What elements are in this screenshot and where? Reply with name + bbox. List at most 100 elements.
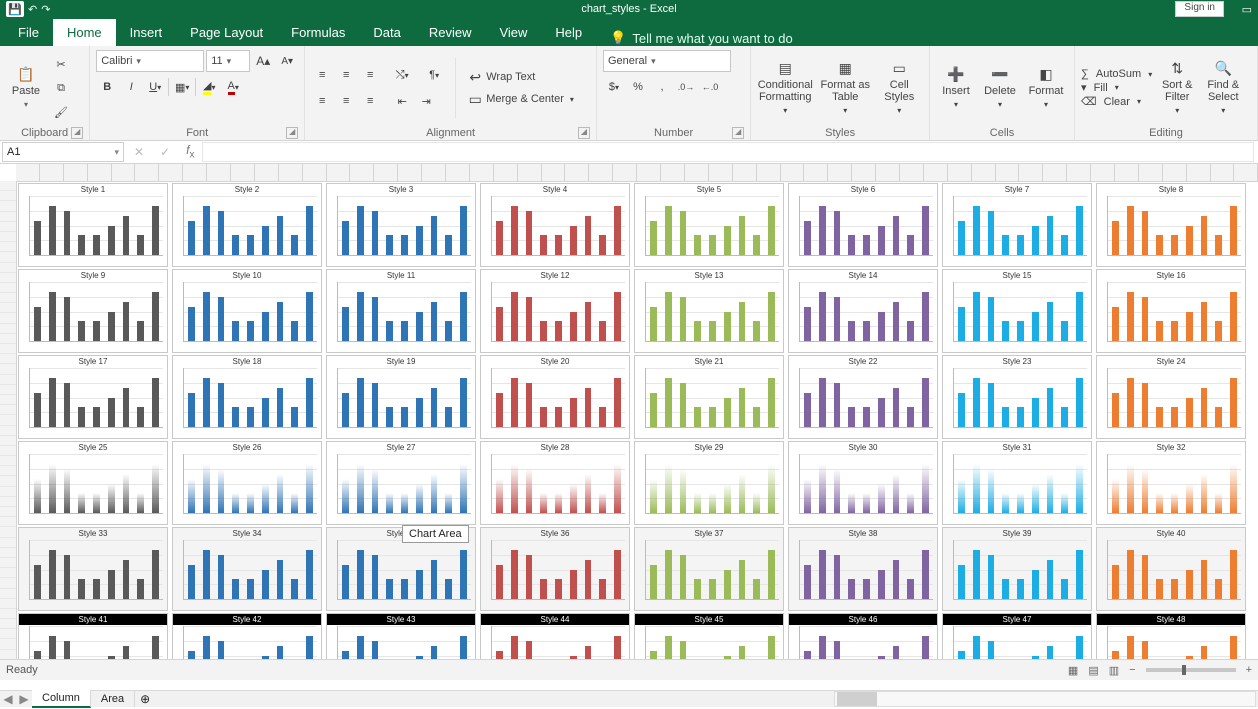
borders-button[interactable]: ▦▾: [171, 76, 193, 98]
chart-style-preview-30[interactable]: Style 30: [788, 441, 938, 525]
clear-button[interactable]: ⌫ Clear ▾: [1081, 95, 1152, 108]
chart-style-preview-23[interactable]: Style 23: [942, 355, 1092, 439]
sheet-tab-area[interactable]: Area: [91, 691, 135, 707]
merge-center-button[interactable]: ▭Merge & Center▾: [466, 90, 574, 108]
chart-style-preview-8[interactable]: Style 8: [1096, 183, 1246, 267]
comma-button[interactable]: ,: [651, 76, 673, 98]
chart-style-preview-34[interactable]: Style 34: [172, 527, 322, 611]
chart-style-preview-15[interactable]: Style 15: [942, 269, 1092, 353]
chart-style-preview-12[interactable]: Style 12: [480, 269, 630, 353]
underline-button[interactable]: U▾: [144, 76, 166, 98]
tab-file[interactable]: File: [4, 19, 53, 46]
tab-review[interactable]: Review: [415, 19, 486, 46]
increase-indent-button[interactable]: ⇥: [415, 90, 437, 112]
align-top-button[interactable]: ≡: [311, 64, 333, 86]
zoom-out-icon[interactable]: −: [1129, 664, 1135, 676]
chart-style-preview-33[interactable]: Style 33: [18, 527, 168, 611]
chart-style-preview-1[interactable]: Style 1: [18, 183, 168, 267]
horizontal-scrollbar[interactable]: [834, 691, 1256, 707]
decrease-indent-button[interactable]: ⇤: [391, 90, 413, 112]
chart-style-preview-21[interactable]: Style 21: [634, 355, 784, 439]
chart-style-preview-26[interactable]: Style 26: [172, 441, 322, 525]
format-cells-button[interactable]: ◧Format▾: [1024, 53, 1068, 123]
zoom-slider[interactable]: [1146, 668, 1236, 672]
chart-style-preview-4[interactable]: Style 4: [480, 183, 630, 267]
orientation-button[interactable]: ⤭▾: [391, 64, 413, 86]
zoom-in-icon[interactable]: +: [1246, 664, 1252, 676]
chart-style-preview-22[interactable]: Style 22: [788, 355, 938, 439]
align-middle-button[interactable]: ≡: [335, 64, 357, 86]
chart-style-preview-16[interactable]: Style 16: [1096, 269, 1246, 353]
number-format-combo[interactable]: General▾: [603, 50, 731, 72]
chart-style-preview-48[interactable]: Style 48: [1096, 613, 1246, 659]
tab-insert[interactable]: Insert: [116, 19, 177, 46]
chart-style-preview-24[interactable]: Style 24: [1096, 355, 1246, 439]
number-dialog-icon[interactable]: ◢: [732, 127, 744, 139]
font-color-button[interactable]: A▾: [222, 76, 244, 98]
new-sheet-button[interactable]: ⊕: [135, 689, 155, 709]
font-size-combo[interactable]: 11▾: [206, 50, 250, 72]
paste-button[interactable]: 📋 Paste ▾: [6, 53, 46, 123]
italic-button[interactable]: I: [120, 76, 142, 98]
row-headers[interactable]: [0, 181, 17, 659]
enter-icon[interactable]: ✓: [152, 145, 178, 159]
sort-filter-button[interactable]: ⇅Sort & Filter▾: [1156, 53, 1198, 123]
page-layout-view-icon[interactable]: ▤: [1088, 664, 1098, 677]
chart-style-preview-9[interactable]: Style 9: [18, 269, 168, 353]
font-family-combo[interactable]: Calibri▾: [96, 50, 204, 72]
fill-color-button[interactable]: ◢▾: [198, 76, 220, 98]
font-dialog-icon[interactable]: ◢: [286, 127, 298, 139]
percent-button[interactable]: %: [627, 76, 649, 98]
chart-style-preview-41[interactable]: Style 41: [18, 613, 168, 659]
conditional-formatting-button[interactable]: ▤Conditional Formatting▾: [757, 53, 813, 123]
align-bottom-button[interactable]: ≡: [359, 64, 381, 86]
decrease-font-button[interactable]: A▾: [276, 50, 298, 72]
sheet-tab-column[interactable]: Column: [32, 690, 91, 708]
chart-style-preview-20[interactable]: Style 20: [480, 355, 630, 439]
chart-style-preview-29[interactable]: Style 29: [634, 441, 784, 525]
clipboard-dialog-icon[interactable]: ◢: [71, 127, 83, 139]
chart-style-preview-7[interactable]: Style 7: [942, 183, 1092, 267]
copy-button[interactable]: ⧉: [50, 77, 72, 99]
tab-scroll-left-icon[interactable]: ◀: [0, 692, 16, 706]
chart-style-preview-3[interactable]: Style 3: [326, 183, 476, 267]
chart-style-preview-31[interactable]: Style 31: [942, 441, 1092, 525]
bold-button[interactable]: B: [96, 76, 118, 98]
normal-view-icon[interactable]: ▦: [1068, 664, 1078, 677]
cell-grid[interactable]: Style 1Style 2Style 3Style 4Style 5Style…: [16, 181, 1258, 659]
cancel-icon[interactable]: ✕: [126, 145, 152, 159]
chart-style-preview-47[interactable]: Style 47: [942, 613, 1092, 659]
chart-style-preview-19[interactable]: Style 19: [326, 355, 476, 439]
tab-formulas[interactable]: Formulas: [277, 19, 359, 46]
chart-style-preview-6[interactable]: Style 6: [788, 183, 938, 267]
accounting-button[interactable]: $▾: [603, 76, 625, 98]
chart-style-preview-18[interactable]: Style 18: [172, 355, 322, 439]
format-painter-button[interactable]: 🖌: [50, 101, 72, 123]
tab-help[interactable]: Help: [541, 19, 596, 46]
decrease-decimal-button[interactable]: ←.0: [699, 76, 721, 98]
chart-style-preview-37[interactable]: Style 37: [634, 527, 784, 611]
rtl-button[interactable]: ¶▾: [423, 64, 445, 86]
chart-style-preview-10[interactable]: Style 10: [172, 269, 322, 353]
wrap-text-button[interactable]: ↩Wrap Text: [466, 68, 574, 86]
qat-redo-icon[interactable]: ↷: [41, 3, 50, 16]
chart-style-preview-11[interactable]: Style 11: [326, 269, 476, 353]
chart-style-preview-40[interactable]: Style 40: [1096, 527, 1246, 611]
tab-page-layout[interactable]: Page Layout: [176, 19, 277, 46]
find-select-button[interactable]: 🔍Find & Select▾: [1202, 53, 1244, 123]
name-box[interactable]: A1▾: [2, 142, 124, 162]
formula-input[interactable]: [202, 142, 1254, 162]
tab-data[interactable]: Data: [359, 19, 414, 46]
fill-button[interactable]: ▾ Fill ▾: [1081, 81, 1152, 94]
increase-font-button[interactable]: A▴: [252, 50, 274, 72]
tell-me[interactable]: 💡 Tell me what you want to do: [610, 30, 793, 46]
ribbon-display-options-icon[interactable]: ▭: [1242, 3, 1252, 16]
chart-style-preview-32[interactable]: Style 32: [1096, 441, 1246, 525]
delete-cells-button[interactable]: ➖Delete▾: [980, 53, 1020, 123]
tab-scroll-right-icon[interactable]: ▶: [16, 692, 32, 706]
fx-icon[interactable]: fx: [178, 143, 202, 160]
chart-style-preview-5[interactable]: Style 5: [634, 183, 784, 267]
save-icon[interactable]: 💾: [6, 1, 24, 17]
increase-decimal-button[interactable]: .0→: [675, 76, 697, 98]
chart-style-preview-39[interactable]: Style 39: [942, 527, 1092, 611]
